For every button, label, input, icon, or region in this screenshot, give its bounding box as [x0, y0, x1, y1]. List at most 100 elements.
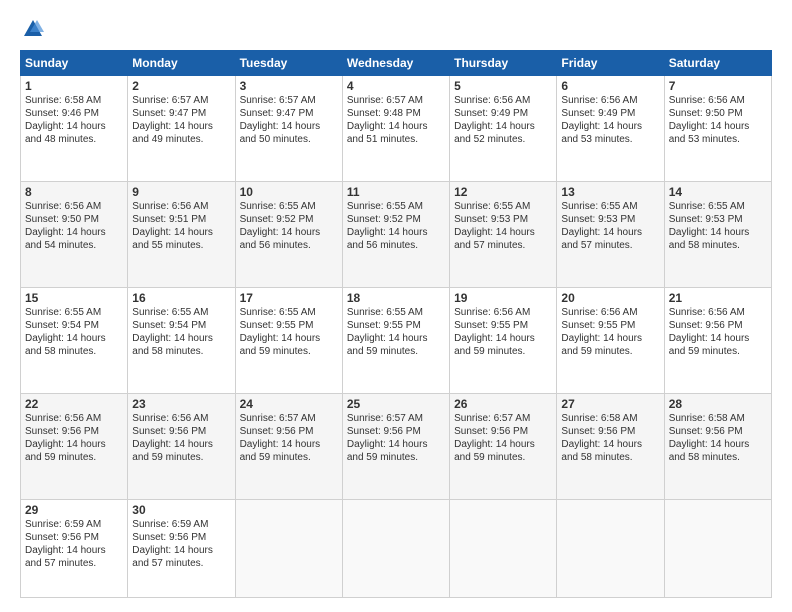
calendar-cell: 19 Sunrise: 6:56 AM Sunset: 9:55 PM Dayl… [450, 287, 557, 393]
day-number: 22 [25, 397, 123, 411]
calendar-cell: 16 Sunrise: 6:55 AM Sunset: 9:54 PM Dayl… [128, 287, 235, 393]
calendar-cell [450, 499, 557, 597]
calendar-cell [342, 499, 449, 597]
day-info: Sunrise: 6:56 AM Sunset: 9:51 PM Dayligh… [132, 200, 230, 252]
calendar-cell: 7 Sunrise: 6:56 AM Sunset: 9:50 PM Dayli… [664, 76, 771, 182]
day-number: 15 [25, 291, 123, 305]
day-of-week-header: Monday [128, 51, 235, 76]
day-number: 21 [669, 291, 767, 305]
calendar-cell: 12 Sunrise: 6:55 AM Sunset: 9:53 PM Dayl… [450, 181, 557, 287]
day-number: 11 [347, 185, 445, 199]
calendar-cell: 25 Sunrise: 6:57 AM Sunset: 9:56 PM Dayl… [342, 393, 449, 499]
calendar-header: SundayMondayTuesdayWednesdayThursdayFrid… [21, 51, 772, 76]
day-number: 23 [132, 397, 230, 411]
day-info: Sunrise: 6:56 AM Sunset: 9:50 PM Dayligh… [25, 200, 123, 252]
calendar-cell: 14 Sunrise: 6:55 AM Sunset: 9:53 PM Dayl… [664, 181, 771, 287]
day-info: Sunrise: 6:56 AM Sunset: 9:50 PM Dayligh… [669, 94, 767, 146]
day-info: Sunrise: 6:58 AM Sunset: 9:46 PM Dayligh… [25, 94, 123, 146]
day-number: 29 [25, 503, 123, 517]
calendar-cell: 10 Sunrise: 6:55 AM Sunset: 9:52 PM Dayl… [235, 181, 342, 287]
day-number: 28 [669, 397, 767, 411]
day-number: 2 [132, 79, 230, 93]
day-of-week-header: Tuesday [235, 51, 342, 76]
calendar-row: 1 Sunrise: 6:58 AM Sunset: 9:46 PM Dayli… [21, 76, 772, 182]
day-of-week-header: Saturday [664, 51, 771, 76]
calendar-cell: 15 Sunrise: 6:55 AM Sunset: 9:54 PM Dayl… [21, 287, 128, 393]
day-info: Sunrise: 6:56 AM Sunset: 9:55 PM Dayligh… [561, 306, 659, 358]
calendar-cell: 28 Sunrise: 6:58 AM Sunset: 9:56 PM Dayl… [664, 393, 771, 499]
day-number: 4 [347, 79, 445, 93]
calendar-cell: 27 Sunrise: 6:58 AM Sunset: 9:56 PM Dayl… [557, 393, 664, 499]
day-info: Sunrise: 6:55 AM Sunset: 9:53 PM Dayligh… [454, 200, 552, 252]
day-number: 1 [25, 79, 123, 93]
day-number: 10 [240, 185, 338, 199]
day-info: Sunrise: 6:56 AM Sunset: 9:56 PM Dayligh… [132, 412, 230, 464]
day-number: 6 [561, 79, 659, 93]
day-info: Sunrise: 6:55 AM Sunset: 9:55 PM Dayligh… [240, 306, 338, 358]
calendar-cell: 26 Sunrise: 6:57 AM Sunset: 9:56 PM Dayl… [450, 393, 557, 499]
calendar-cell: 3 Sunrise: 6:57 AM Sunset: 9:47 PM Dayli… [235, 76, 342, 182]
day-of-week-header: Friday [557, 51, 664, 76]
day-of-week-header: Sunday [21, 51, 128, 76]
day-info: Sunrise: 6:58 AM Sunset: 9:56 PM Dayligh… [669, 412, 767, 464]
day-info: Sunrise: 6:58 AM Sunset: 9:56 PM Dayligh… [561, 412, 659, 464]
day-info: Sunrise: 6:55 AM Sunset: 9:54 PM Dayligh… [132, 306, 230, 358]
day-info: Sunrise: 6:55 AM Sunset: 9:53 PM Dayligh… [561, 200, 659, 252]
calendar-cell: 5 Sunrise: 6:56 AM Sunset: 9:49 PM Dayli… [450, 76, 557, 182]
day-number: 13 [561, 185, 659, 199]
logo [20, 18, 44, 40]
day-of-week-header: Thursday [450, 51, 557, 76]
day-of-week-header: Wednesday [342, 51, 449, 76]
calendar-cell [235, 499, 342, 597]
logo-icon [22, 18, 44, 40]
calendar-row: 15 Sunrise: 6:55 AM Sunset: 9:54 PM Dayl… [21, 287, 772, 393]
day-info: Sunrise: 6:56 AM Sunset: 9:56 PM Dayligh… [669, 306, 767, 358]
day-info: Sunrise: 6:56 AM Sunset: 9:56 PM Dayligh… [25, 412, 123, 464]
calendar-cell: 22 Sunrise: 6:56 AM Sunset: 9:56 PM Dayl… [21, 393, 128, 499]
day-info: Sunrise: 6:57 AM Sunset: 9:47 PM Dayligh… [240, 94, 338, 146]
day-info: Sunrise: 6:56 AM Sunset: 9:49 PM Dayligh… [454, 94, 552, 146]
day-number: 25 [347, 397, 445, 411]
calendar-cell: 20 Sunrise: 6:56 AM Sunset: 9:55 PM Dayl… [557, 287, 664, 393]
calendar-cell [557, 499, 664, 597]
day-info: Sunrise: 6:55 AM Sunset: 9:52 PM Dayligh… [347, 200, 445, 252]
calendar-cell: 9 Sunrise: 6:56 AM Sunset: 9:51 PM Dayli… [128, 181, 235, 287]
day-number: 3 [240, 79, 338, 93]
calendar-cell: 29 Sunrise: 6:59 AM Sunset: 9:56 PM Dayl… [21, 499, 128, 597]
day-info: Sunrise: 6:59 AM Sunset: 9:56 PM Dayligh… [25, 518, 123, 570]
day-number: 26 [454, 397, 552, 411]
calendar-cell: 2 Sunrise: 6:57 AM Sunset: 9:47 PM Dayli… [128, 76, 235, 182]
day-info: Sunrise: 6:59 AM Sunset: 9:56 PM Dayligh… [132, 518, 230, 570]
header-row: SundayMondayTuesdayWednesdayThursdayFrid… [21, 51, 772, 76]
calendar-cell: 24 Sunrise: 6:57 AM Sunset: 9:56 PM Dayl… [235, 393, 342, 499]
day-info: Sunrise: 6:55 AM Sunset: 9:54 PM Dayligh… [25, 306, 123, 358]
calendar-row: 22 Sunrise: 6:56 AM Sunset: 9:56 PM Dayl… [21, 393, 772, 499]
day-info: Sunrise: 6:55 AM Sunset: 9:55 PM Dayligh… [347, 306, 445, 358]
day-number: 19 [454, 291, 552, 305]
day-info: Sunrise: 6:55 AM Sunset: 9:52 PM Dayligh… [240, 200, 338, 252]
calendar-cell [664, 499, 771, 597]
calendar-cell: 23 Sunrise: 6:56 AM Sunset: 9:56 PM Dayl… [128, 393, 235, 499]
calendar-cell: 6 Sunrise: 6:56 AM Sunset: 9:49 PM Dayli… [557, 76, 664, 182]
day-number: 20 [561, 291, 659, 305]
day-info: Sunrise: 6:56 AM Sunset: 9:55 PM Dayligh… [454, 306, 552, 358]
calendar-cell: 11 Sunrise: 6:55 AM Sunset: 9:52 PM Dayl… [342, 181, 449, 287]
day-info: Sunrise: 6:57 AM Sunset: 9:56 PM Dayligh… [347, 412, 445, 464]
day-number: 7 [669, 79, 767, 93]
day-info: Sunrise: 6:57 AM Sunset: 9:48 PM Dayligh… [347, 94, 445, 146]
day-number: 16 [132, 291, 230, 305]
day-number: 5 [454, 79, 552, 93]
day-info: Sunrise: 6:57 AM Sunset: 9:47 PM Dayligh… [132, 94, 230, 146]
calendar-body: 1 Sunrise: 6:58 AM Sunset: 9:46 PM Dayli… [21, 76, 772, 598]
day-number: 9 [132, 185, 230, 199]
day-number: 24 [240, 397, 338, 411]
calendar-row: 8 Sunrise: 6:56 AM Sunset: 9:50 PM Dayli… [21, 181, 772, 287]
day-number: 8 [25, 185, 123, 199]
calendar-cell: 4 Sunrise: 6:57 AM Sunset: 9:48 PM Dayli… [342, 76, 449, 182]
calendar-cell: 13 Sunrise: 6:55 AM Sunset: 9:53 PM Dayl… [557, 181, 664, 287]
day-info: Sunrise: 6:56 AM Sunset: 9:49 PM Dayligh… [561, 94, 659, 146]
calendar-cell: 21 Sunrise: 6:56 AM Sunset: 9:56 PM Dayl… [664, 287, 771, 393]
calendar-cell: 18 Sunrise: 6:55 AM Sunset: 9:55 PM Dayl… [342, 287, 449, 393]
calendar-cell: 8 Sunrise: 6:56 AM Sunset: 9:50 PM Dayli… [21, 181, 128, 287]
calendar-cell: 30 Sunrise: 6:59 AM Sunset: 9:56 PM Dayl… [128, 499, 235, 597]
